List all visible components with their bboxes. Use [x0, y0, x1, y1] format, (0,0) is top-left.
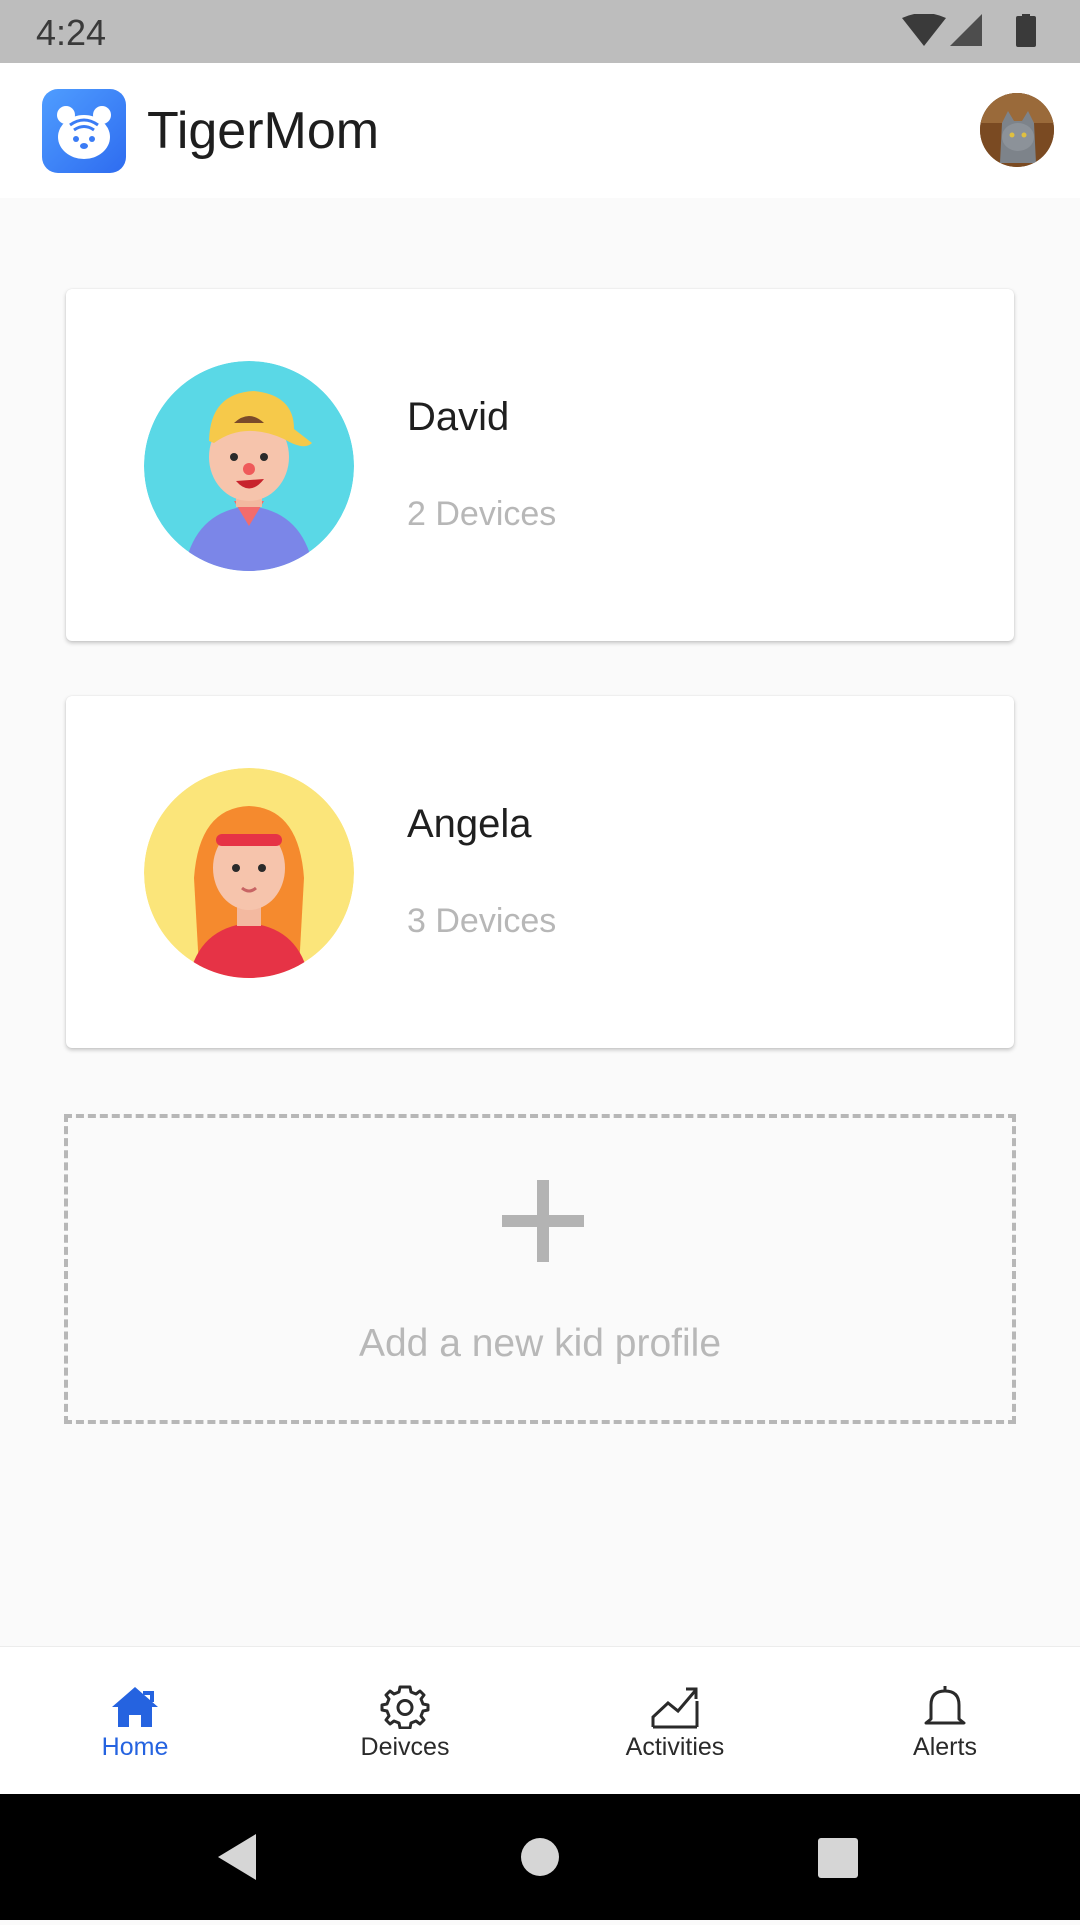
chart-icon — [651, 1687, 699, 1729]
app-bar: TigerMom — [0, 63, 1080, 198]
battery-icon — [1016, 16, 1036, 47]
back-button — [218, 1834, 256, 1880]
bottom-navigation: Home Deivces Activities Alerts — [0, 1646, 1080, 1794]
kid-device-count: 3 Devices — [407, 902, 557, 940]
status-time: 4:24 — [36, 12, 107, 53]
add-kid-profile-label: Add a new kid profile — [358, 1322, 722, 1365]
nav-home-label: Home — [101, 1733, 169, 1761]
nav-activities[interactable]: Activities — [540, 1647, 810, 1795]
plus-icon — [502, 1180, 584, 1262]
nav-activities-label: Activities — [625, 1733, 725, 1761]
recents-button — [818, 1838, 858, 1878]
kid-avatar-david — [144, 361, 354, 571]
home-icon — [112, 1687, 158, 1727]
system-navigation-bar — [0, 1794, 1080, 1920]
cat-photo — [980, 93, 1054, 167]
kid-name: Angela — [407, 802, 532, 846]
kid-avatar-angela — [144, 768, 354, 978]
tiger-logo-icon — [57, 106, 111, 159]
nav-alerts-label: Alerts — [913, 1733, 977, 1761]
wifi-icon — [902, 14, 946, 46]
app-logo — [42, 89, 126, 173]
nav-devices-label: Deivces — [360, 1733, 450, 1761]
kid-device-count: 2 Devices — [407, 495, 557, 533]
kid-card-david[interactable]: David 2 Devices — [66, 289, 1014, 641]
bell-icon — [924, 1686, 966, 1725]
status-icons — [902, 14, 1036, 47]
kid-card-angela[interactable]: Angela 3 Devices — [66, 696, 1014, 1048]
user-avatar[interactable] — [980, 93, 1054, 167]
gear-icon — [380, 1685, 430, 1729]
status-bar: 4:24 — [0, 0, 1080, 63]
nav-alerts[interactable]: Alerts — [810, 1647, 1080, 1795]
main-content: David 2 Devices Angela 3 Devices Add a n… — [0, 198, 1080, 1646]
home-button — [521, 1838, 559, 1876]
signal-icon — [950, 14, 982, 46]
app-title: TigerMom — [147, 102, 380, 160]
kid-name: David — [407, 395, 510, 439]
nav-home[interactable]: Home — [0, 1647, 270, 1795]
add-kid-profile-button[interactable]: Add a new kid profile — [64, 1114, 1016, 1424]
nav-devices[interactable]: Deivces — [270, 1647, 540, 1795]
